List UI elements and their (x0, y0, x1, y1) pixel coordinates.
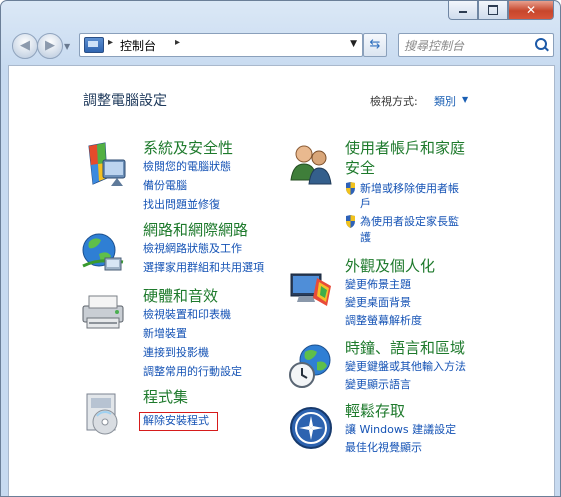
link-change-display-language[interactable]: 變更顯示語言 (345, 377, 411, 392)
link-backup-computer[interactable]: 備份電腦 (143, 178, 187, 193)
control-panel-icon (84, 37, 104, 53)
category-appearance[interactable]: 外觀及個人化 (345, 256, 435, 277)
view-by-dropdown-icon[interactable]: ▼ (462, 95, 468, 104)
link-change-keyboards[interactable]: 變更鍵盤或其他輸入方法 (345, 359, 466, 374)
forward-button[interactable]: ▶ (37, 33, 63, 59)
breadcrumb-chevron-icon[interactable]: ▸ (175, 37, 180, 48)
clock-language-region-icon (289, 344, 331, 388)
link-mobility-settings[interactable]: 調整常用的行動設定 (143, 364, 242, 379)
uac-shield-icon (346, 182, 355, 195)
category-clock-language-region[interactable]: 時鐘、語言和區域 (345, 338, 465, 359)
link-windows-suggest-settings[interactable]: 讓 Windows 建議設定 (345, 422, 456, 437)
category-system-security[interactable]: 系統及安全性 (143, 138, 233, 159)
link-add-remove-accounts[interactable]: 新增或移除使用者帳 (360, 181, 459, 196)
link-connect-projector[interactable]: 連接到投影機 (143, 345, 209, 360)
link-view-network-status[interactable]: 檢視網路狀態及工作 (143, 241, 242, 256)
breadcrumb-control-panel[interactable]: 控制台 (120, 37, 156, 54)
close-button[interactable]: ✕ (508, 1, 554, 20)
link-change-desktop-background[interactable]: 變更桌面背景 (345, 295, 411, 310)
back-button[interactable]: ◀ (12, 33, 38, 59)
search-input[interactable]: 搜尋控制台 (404, 37, 464, 54)
breadcrumb-chevron-icon[interactable]: ▸ (108, 37, 113, 48)
minimize-icon (459, 11, 467, 13)
category-user-accounts[interactable]: 使用者帳戶和家庭 (345, 138, 465, 159)
category-hardware-sound[interactable]: 硬體和音效 (143, 286, 218, 307)
address-dropdown-icon[interactable]: ▼ (350, 39, 357, 49)
appearance-icon (290, 273, 331, 306)
link-optimize-visual-display[interactable]: 最佳化視覺顯示 (345, 440, 422, 455)
link-uninstall-program[interactable]: 解除安裝程式 (143, 413, 209, 428)
hardware-sound-icon (82, 295, 124, 329)
link-homegroup-sharing[interactable]: 選擇家用群組和共用選項 (143, 260, 264, 275)
link-add-device[interactable]: 新增裝置 (143, 326, 187, 341)
address-bar[interactable]: ▸ 控制台 ▸ ▼ (79, 33, 363, 57)
maximize-icon (488, 5, 498, 15)
content-pane: 調整電腦設定 檢視方式: 類別 ▼ 系統及安全性 檢閱您的電腦狀態 備份電腦 找… (8, 65, 555, 496)
navigation-bar: ◀ ▶ ▼ ▸ 控制台 ▸ ▼ ⇆ 搜尋控制台 (9, 33, 554, 59)
recent-pages-dropdown[interactable]: ▼ (64, 42, 70, 51)
network-internet-icon (82, 233, 124, 271)
view-by-label: 檢視方式: (370, 95, 418, 108)
link-add-remove-accounts-line2[interactable]: 戶 (360, 196, 371, 211)
view-by-selector[interactable]: 類別 (434, 93, 456, 109)
control-panel-window: ✕ ◀ ▶ ▼ ▸ 控制台 ▸ ▼ ⇆ 搜尋控制台 調整電腦設定 檢視方式: 類… (0, 0, 561, 497)
link-adjust-resolution[interactable]: 調整螢幕解析度 (345, 313, 422, 328)
caption-buttons: ✕ (448, 1, 554, 20)
uac-shield-icon (346, 215, 355, 228)
minimize-button[interactable] (448, 1, 478, 20)
category-ease-of-access[interactable]: 輕鬆存取 (345, 401, 405, 422)
maximize-button[interactable] (478, 1, 508, 20)
link-devices-printers[interactable]: 檢視裝置和印表機 (143, 307, 231, 322)
link-parental-controls-line2[interactable]: 護 (360, 230, 371, 245)
link-review-computer-status[interactable]: 檢閱您的電腦狀態 (143, 159, 231, 174)
back-arrow-icon: ◀ (20, 38, 30, 53)
forward-arrow-icon: ▶ (45, 38, 55, 53)
link-parental-controls[interactable]: 為使用者設定家長監 (360, 214, 459, 229)
search-box[interactable]: 搜尋控制台 (398, 33, 554, 57)
search-icon[interactable] (535, 38, 547, 50)
close-icon: ✕ (525, 3, 537, 17)
link-troubleshoot[interactable]: 找出問題並修復 (143, 197, 220, 212)
category-user-accounts-line2[interactable]: 安全 (345, 158, 375, 179)
ease-of-access-icon (290, 407, 332, 449)
category-programs[interactable]: 程式集 (143, 387, 188, 408)
category-network-internet[interactable]: 網路和網際網路 (143, 220, 248, 241)
refresh-button[interactable]: ⇆ (363, 33, 387, 57)
programs-icon (86, 393, 118, 435)
system-security-icon (88, 142, 126, 186)
refresh-icon: ⇆ (369, 37, 381, 52)
page-title: 調整電腦設定 (83, 93, 167, 109)
user-accounts-icon (290, 145, 332, 185)
link-change-theme[interactable]: 變更佈景主題 (345, 277, 411, 292)
